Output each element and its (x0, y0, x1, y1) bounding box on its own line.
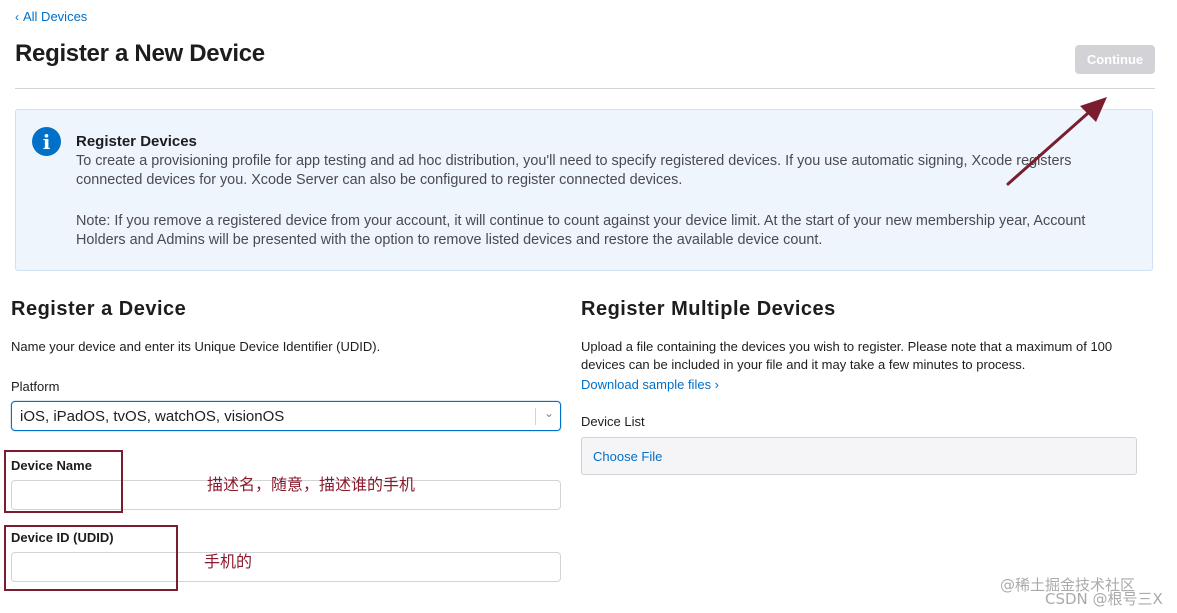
watermark-line-2: CSDN @根号三X (1045, 590, 1163, 608)
chevron-left-icon: ‹ (15, 9, 19, 24)
info-box: i Register Devices To create a provision… (15, 109, 1153, 271)
device-list-label: Device List (581, 414, 645, 429)
choose-file-button[interactable]: Choose File (581, 437, 1137, 475)
register-multiple-description: Upload a file containing the devices you… (581, 339, 1113, 372)
platform-select-value: iOS, iPadOS, tvOS, watchOS, visionOS (20, 407, 285, 425)
download-sample-files-link[interactable]: Download sample files › (581, 377, 719, 392)
chevron-down-icon: ⌄ (543, 406, 554, 420)
register-device-description: Name your device and enter its Unique De… (11, 339, 381, 354)
choose-file-label: Choose File (593, 448, 663, 464)
annotation-device-name-note: 描述名，随意，描述谁的手机 (207, 475, 416, 494)
register-multiple-title: Register Multiple Devices (581, 298, 836, 320)
annotation-arrow-icon (1006, 97, 1107, 186)
register-device-title: Register a Device (11, 298, 187, 320)
platform-label: Platform (11, 379, 60, 394)
continue-button[interactable]: Continue (1075, 45, 1155, 74)
page-title: Register a New Device (15, 40, 265, 67)
info-title: Register Devices (76, 133, 197, 150)
info-paragraph-2: Note: If you remove a registered device … (76, 213, 1086, 248)
info-icon: i (32, 127, 61, 156)
platform-select[interactable]: iOS, iPadOS, tvOS, watchOS, visionOS ⌄ (11, 401, 561, 431)
back-link-all-devices[interactable]: ‹ All Devices (15, 9, 87, 24)
annotation-box-device-name (4, 450, 123, 513)
back-link-label: All Devices (23, 9, 88, 24)
info-paragraph-1: To create a provisioning profile for app… (76, 153, 1072, 188)
header-divider (15, 88, 1155, 89)
select-divider (535, 408, 536, 425)
annotation-box-device-id (4, 525, 178, 591)
annotation-device-id-note: 手机的 (204, 552, 253, 571)
